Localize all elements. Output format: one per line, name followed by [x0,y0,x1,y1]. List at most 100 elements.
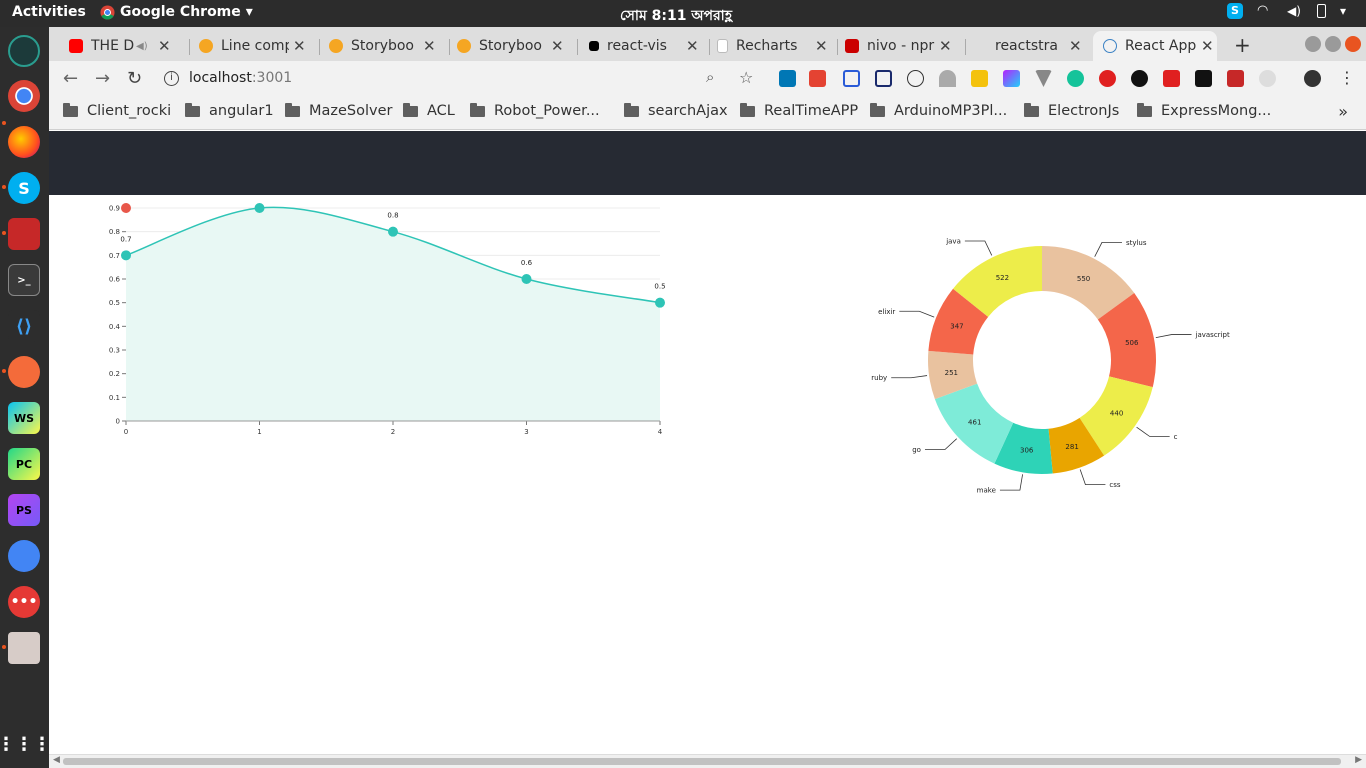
slice-category-label: go [912,446,921,454]
bookmark-label: angular1 [209,103,274,119]
bookmark-folder[interactable]: MazeSolver [285,102,393,119]
info-icon[interactable]: i [164,70,179,86]
tab-react-vis[interactable]: react-vis ✕ [589,31,701,61]
dock: S >_ ⟨⟩ WS PC PS ••• ⋮⋮⋮ [0,27,51,768]
activities-button[interactable]: Activities [12,4,86,20]
keep-icon[interactable] [971,70,988,87]
bookmark-label: searchAjax [648,103,728,119]
maximize-button[interactable] [1325,36,1341,52]
media-player-icon[interactable] [8,218,40,250]
page-icon [717,39,728,53]
close-window-button[interactable] [1345,36,1361,52]
chat-icon[interactable]: ••• [8,586,40,618]
app-menu[interactable]: Google Chrome ▾ [100,4,253,20]
back-button[interactable]: ← [63,68,78,89]
google-drive-icon[interactable] [8,540,40,572]
minimize-button[interactable] [1305,36,1321,52]
tab-storyboo-2[interactable]: Storyboo ✕ [457,31,569,61]
bookmark-folder[interactable]: ElectronJs [1024,102,1119,119]
scrollbar-thumb[interactable] [63,758,1341,765]
tab-the-d[interactable]: THE D ◀) ✕ [69,31,181,61]
bookmark-folder[interactable]: Robot_Power... [470,102,600,119]
wifi-icon[interactable]: ◠ [1257,3,1273,19]
clock[interactable]: সোম 8:11 অপরাহ্ণ [620,4,732,28]
react-icon [1103,39,1117,53]
slice-category-label: java [945,238,961,246]
chevron-right-icon[interactable]: » [1338,102,1348,121]
close-icon[interactable]: ✕ [939,37,952,55]
devtools-extension-icon[interactable] [1227,70,1244,87]
linkedin-icon[interactable] [779,70,796,87]
chrome-icon[interactable] [8,80,40,112]
terminal-icon[interactable]: >_ [8,264,40,296]
bookmark-folder[interactable]: RealTimeAPP [740,102,859,119]
volume-icon[interactable]: ◀) [1287,3,1303,19]
firefox-icon[interactable] [8,126,40,158]
bookmark-folder[interactable]: ACL [403,102,455,119]
close-icon[interactable]: ✕ [423,37,436,55]
json-viewer-icon[interactable] [907,70,924,87]
url-host: localhost [189,70,252,86]
archive-manager-icon[interactable] [8,632,40,664]
reload-button[interactable]: ↻ [127,68,142,89]
battery-icon[interactable] [1317,4,1326,18]
show-applications-icon[interactable]: ⋮⋮⋮ [0,728,51,760]
phpstorm-icon[interactable]: PS [8,494,40,526]
new-tab-button[interactable]: + [1234,33,1251,57]
bookmark-label: RealTimeAPP [764,103,859,119]
bookmark-folder[interactable]: Client_rocki [63,102,171,119]
tab-nivo-npm[interactable]: nivo - npr ✕ [845,31,957,61]
jquery-extension-icon[interactable] [1195,70,1212,87]
close-icon[interactable]: ✕ [1069,37,1082,55]
close-icon[interactable]: ✕ [293,37,306,55]
close-icon[interactable]: ✕ [158,37,171,55]
zoom-icon[interactable]: ⌕ [706,68,714,86]
todoist-icon[interactable] [809,70,826,87]
dark-mode-icon[interactable] [1131,70,1148,87]
horizontal-scrollbar[interactable]: ◀ ▶ [49,754,1366,768]
vscode-icon[interactable]: ⟨⟩ [8,310,40,342]
slice-value-label: 461 [968,419,981,427]
menu-icon[interactable]: ⋮ [1339,68,1355,87]
bookmark-folder[interactable]: ExpressMong... [1137,102,1271,119]
skype-tray-icon[interactable]: S [1227,3,1243,19]
grammarly-icon[interactable] [1067,70,1084,87]
extension-icon[interactable] [939,70,956,87]
pen-extension-icon[interactable] [1003,70,1020,87]
gitkraken-icon[interactable] [8,35,40,67]
tab-line-comp[interactable]: Line comp ✕ [199,31,311,61]
slice-leader-line [999,474,1023,491]
tab-reactstra[interactable]: reactstra ✕ [973,31,1088,61]
close-tabs-extension-icon[interactable] [1163,70,1180,87]
tab-recharts[interactable]: Recharts ✕ [717,31,829,61]
bookmark-folder[interactable]: angular1 [185,102,274,119]
skype-icon[interactable]: S [8,172,40,204]
close-icon[interactable]: ✕ [686,37,699,55]
scroll-left-icon[interactable]: ◀ [53,755,60,765]
chevron-down-icon[interactable]: ▾ [1340,3,1356,19]
folder-icon [403,102,418,117]
tab-react-app[interactable]: React App ✕ [1093,31,1217,61]
bookmark-folder[interactable]: ArduinoMP3Pl... [870,102,1007,119]
notion-icon[interactable] [875,70,892,87]
close-icon[interactable]: ✕ [551,37,564,55]
scroll-right-icon[interactable]: ▶ [1355,755,1362,765]
bookmark-folder[interactable]: searchAjax [624,102,728,119]
star-icon[interactable]: ☆ [739,68,753,87]
pycharm-icon[interactable]: PC [8,448,40,480]
audio-icon[interactable]: ◀) [136,41,154,52]
webstorm-icon[interactable]: WS [8,402,40,434]
close-icon[interactable]: ✕ [1201,37,1214,55]
blocker-icon[interactable] [1099,70,1116,87]
address-bar[interactable]: i localhost :3001 [164,63,764,93]
grid-extension-icon[interactable] [843,70,860,87]
forward-button[interactable]: → [95,68,110,89]
system-tray[interactable]: S ◠ ◀) ▾ [1227,3,1356,19]
close-icon[interactable]: ✕ [815,37,828,55]
avatar[interactable] [1304,70,1321,87]
tab-storyboo-1[interactable]: Storyboo ✕ [329,31,441,61]
vue-devtools-icon[interactable] [1035,70,1052,87]
extension-icon[interactable] [1259,70,1276,87]
postman-icon[interactable] [8,356,40,388]
folder-icon [185,102,200,117]
